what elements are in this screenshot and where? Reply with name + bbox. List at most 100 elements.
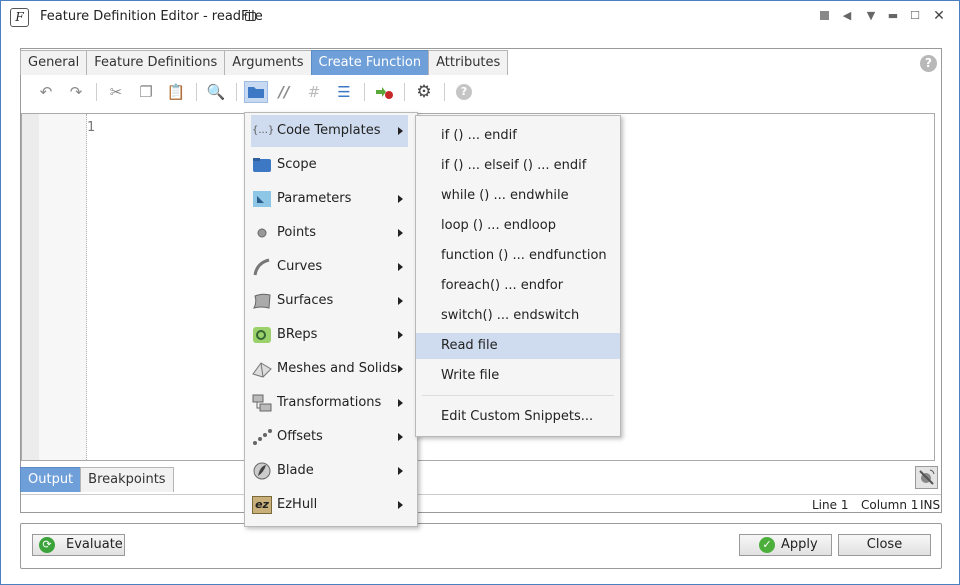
code-templates-icon: {...} (252, 125, 275, 136)
tab-feature-definitions[interactable]: Feature Definitions (86, 50, 226, 75)
maximize-icon[interactable]: ☐ (907, 8, 923, 24)
snippet-if-endif[interactable]: if () ... endif (416, 123, 620, 149)
search-icon[interactable]: 🔍 (206, 82, 226, 102)
snippet-loop-endloop[interactable]: loop () ... endloop (416, 213, 620, 239)
snippet-switch-endswitch[interactable]: switch() ... endswitch (416, 303, 620, 329)
menu-item-ezhull[interactable]: ez EzHull (245, 489, 417, 521)
pin-icon[interactable] (245, 12, 256, 21)
menu-item-label: EzHull (277, 497, 318, 512)
tab-breakpoints[interactable]: Breakpoints (80, 467, 174, 492)
copy-icon[interactable]: ❐ (136, 82, 156, 102)
line-number-gutter: 1 (39, 114, 95, 460)
menu-item-label: Parameters (277, 191, 352, 206)
dropdown-icon[interactable]: ▼ (863, 8, 879, 24)
menu-item-label: Offsets (277, 429, 323, 444)
tab-arguments[interactable]: Arguments (224, 50, 312, 75)
status-line: Line 1 (812, 498, 849, 512)
curve-icon (252, 258, 272, 276)
submenu-arrow-icon (398, 195, 403, 203)
editor-toolbar: ↶ ↷ ✂ ❐ 📋 🔍 // # ☰ ⚙ ? (21, 77, 941, 107)
help-icon[interactable]: ? (454, 82, 474, 102)
tab-general[interactable]: General (20, 50, 88, 75)
edit-custom-snippets[interactable]: Edit Custom Snippets... (416, 404, 620, 430)
snippet-label: function () ... endfunction (441, 248, 607, 263)
code-templates-submenu: if () ... endif if () ... elseif () ... … (415, 115, 621, 437)
tab-attributes[interactable]: Attributes (428, 50, 509, 75)
cut-icon[interactable]: ✂ (106, 82, 126, 102)
submenu-arrow-icon (398, 331, 403, 339)
menu-item-points[interactable]: Points (245, 217, 417, 249)
menu-item-code-templates[interactable]: {...} Code Templates (251, 115, 408, 147)
evaluate-button[interactable]: ⟳ Evaluate (32, 534, 125, 556)
menu-item-blade[interactable]: Blade (245, 455, 417, 487)
folder-icon[interactable] (244, 81, 268, 103)
back-icon[interactable]: ◀ (839, 8, 855, 24)
toolbar-separator (96, 83, 97, 101)
minimize-icon[interactable]: ▬ (885, 8, 901, 24)
menu-item-label: Surfaces (277, 293, 334, 308)
submenu-arrow-icon (398, 127, 403, 135)
status-bar: Line 1 Column 1 INS (21, 494, 941, 513)
menu-item-label: Code Templates (277, 123, 381, 138)
menu-item-label: Points (277, 225, 317, 240)
line-number: 1 (87, 120, 96, 135)
snippet-read-file[interactable]: Read file (416, 333, 620, 359)
menu-item-scope[interactable]: Scope (245, 149, 417, 181)
submenu-arrow-icon (398, 229, 403, 237)
refresh-icon: ⟳ (39, 537, 55, 553)
snippet-function-endfunction[interactable]: function () ... endfunction (416, 243, 620, 269)
menu-item-label: Transformations (277, 395, 382, 410)
satellite-icon[interactable] (915, 466, 938, 489)
snippet-label: switch() ... endswitch (441, 308, 580, 323)
menu-item-label: BReps (277, 327, 318, 342)
blade-icon (252, 462, 272, 480)
undo-icon[interactable]: ↶ (36, 82, 56, 102)
snippet-foreach-endfor[interactable]: foreach() ... endfor (416, 273, 620, 299)
indent-icon[interactable]: ☰ (334, 82, 354, 102)
redo-icon[interactable]: ↷ (66, 82, 86, 102)
toolbar-separator (236, 83, 237, 101)
title-bar: F Feature Definition Editor - readFile ◀… (1, 1, 959, 33)
snippet-if-elseif-endif[interactable]: if () ... elseif () ... endif (416, 153, 620, 179)
menu-separator (422, 395, 614, 396)
close-button[interactable]: Close (838, 534, 931, 556)
menu-item-transformations[interactable]: Transformations (245, 387, 417, 419)
parameters-icon (252, 190, 272, 208)
menu-item-label: Scope (277, 157, 317, 172)
comment-icon[interactable]: // (274, 82, 294, 102)
grid-icon[interactable]: # (304, 82, 324, 102)
paste-icon[interactable]: 📋 (166, 82, 186, 102)
menu-item-breps[interactable]: BReps (245, 319, 417, 351)
tab-create-function[interactable]: Create Function (310, 50, 430, 75)
point-icon (252, 224, 272, 242)
settings-icon[interactable]: ⚙ (414, 82, 434, 102)
menu-item-curves[interactable]: Curves (245, 251, 417, 283)
snippet-label: foreach() ... endfor (441, 278, 564, 293)
apply-button[interactable]: ✓ Apply (739, 534, 832, 556)
snippet-label: Edit Custom Snippets... (441, 409, 594, 424)
menu-item-surfaces[interactable]: Surfaces (245, 285, 417, 317)
snippet-label: if () ... endif (441, 128, 517, 143)
menu-item-meshes-and-solids[interactable]: Meshes and Solids (245, 353, 417, 385)
menu-item-offsets[interactable]: Offsets (245, 421, 417, 453)
mesh-icon (252, 360, 272, 378)
snippet-while-endwhile[interactable]: while () ... endwhile (416, 183, 620, 209)
brep-icon (252, 326, 272, 344)
tab-output[interactable]: Output (20, 467, 82, 492)
surface-icon (252, 292, 272, 310)
close-icon[interactable]: ✕ (931, 8, 947, 24)
stop-icon[interactable] (817, 8, 833, 24)
submenu-arrow-icon (398, 263, 403, 271)
output-tabs: Output Breakpoints (20, 467, 174, 492)
toolbar-separator (364, 83, 365, 101)
window-title: Feature Definition Editor - readFile (40, 9, 263, 24)
help-icon[interactable]: ? (920, 55, 937, 72)
toolbar-separator (404, 83, 405, 101)
snippet-write-file[interactable]: Write file (416, 363, 620, 389)
add-breakpoint-icon[interactable] (374, 82, 394, 102)
editor-gutter (22, 114, 39, 460)
menu-item-parameters[interactable]: Parameters (245, 183, 417, 215)
app-icon: F (10, 8, 29, 27)
editor-window: F Feature Definition Editor - readFile ◀… (0, 0, 960, 585)
button-panel: ⟳ Evaluate ✓ Apply Close (20, 523, 942, 569)
